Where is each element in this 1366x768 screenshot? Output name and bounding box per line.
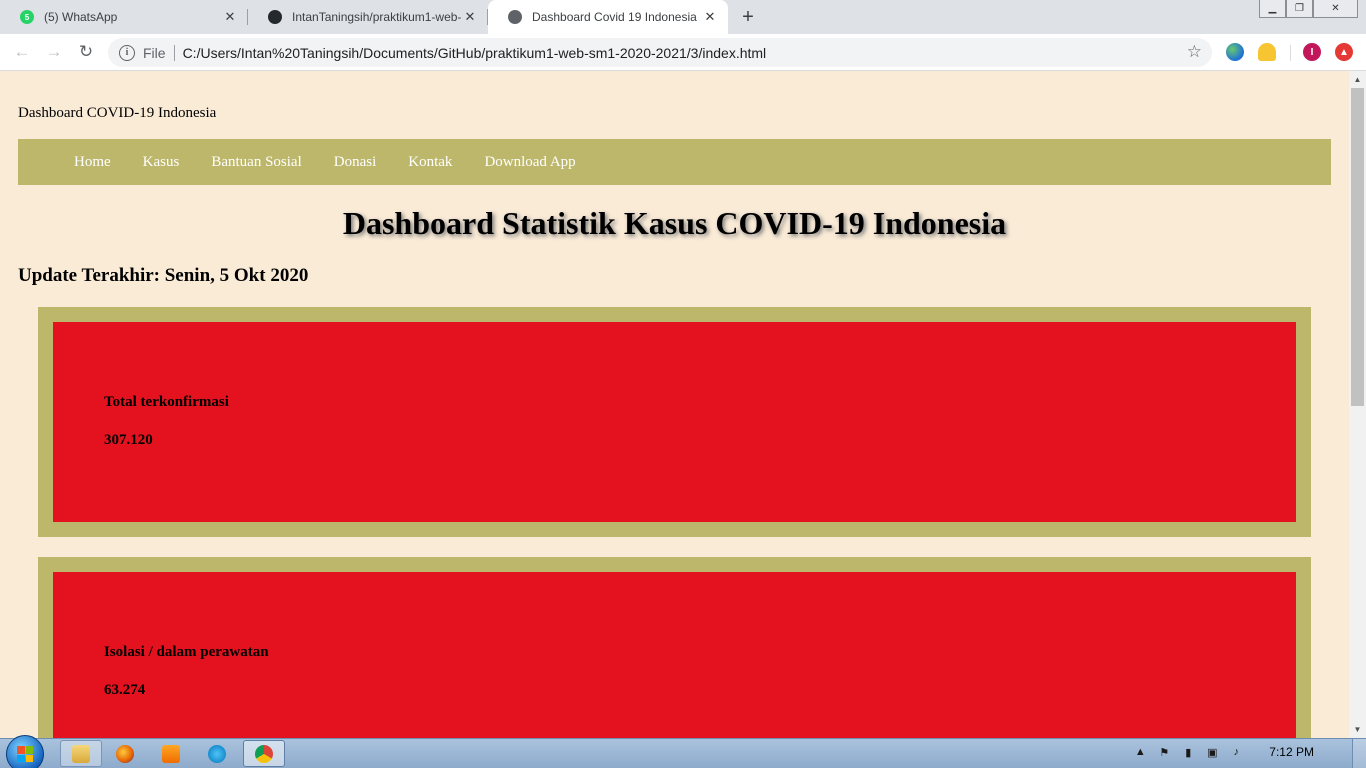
stat-value: 63.274 [104, 682, 146, 698]
start-button[interactable] [6, 735, 44, 768]
scroll-down-arrow-icon[interactable]: ▼ [1349, 721, 1366, 738]
nav-link-bantuan-sosial[interactable]: Bantuan Sosial [211, 154, 301, 171]
scroll-up-arrow-icon[interactable]: ▲ [1349, 71, 1366, 88]
nav-link-kontak[interactable]: Kontak [408, 154, 452, 171]
minimize-button[interactable]: ▁ [1259, 0, 1286, 18]
windows-logo-icon [17, 746, 33, 762]
network-icon[interactable]: ▣ [1205, 745, 1219, 759]
stat-card-confirmed: Total terkonfirmasi 307.120 [38, 307, 1311, 537]
action-center-flag-icon[interactable]: ⚑ [1157, 745, 1171, 759]
tab-whatsapp[interactable]: 5 (5) WhatsApp ✕ [0, 0, 248, 34]
forward-button[interactable]: → [40, 38, 68, 66]
nav-link-donasi[interactable]: Donasi [334, 154, 377, 171]
close-window-button[interactable]: ✕ [1313, 0, 1358, 18]
restore-button[interactable]: ❐ [1286, 0, 1313, 18]
extension-ghost-icon[interactable] [1258, 43, 1276, 61]
tab-title: Dashboard Covid 19 Indonesia [532, 10, 697, 24]
stat-card-body: Total terkonfirmasi 307.120 [53, 322, 1296, 522]
whatsapp-icon: 5 [20, 10, 34, 24]
chrome-icon [255, 744, 273, 763]
close-tab-icon[interactable]: ✕ [222, 9, 238, 25]
page-title: Dashboard Statistik Kasus COVID-19 Indon… [342, 205, 1007, 241]
taskbar-firefox[interactable] [104, 740, 146, 767]
back-button[interactable]: ← [8, 38, 36, 66]
volume-icon[interactable]: ♪ [1229, 745, 1243, 759]
tab-dashboard[interactable]: Dashboard Covid 19 Indonesia ✕ [488, 0, 728, 34]
firefox-icon [116, 744, 134, 763]
chrome-update-icon[interactable]: ▲ [1335, 43, 1353, 61]
scheme-label: File [143, 44, 166, 61]
tab-title: (5) WhatsApp [44, 10, 118, 24]
stat-label: Isolasi / dalam perawatan [104, 644, 269, 660]
show-hidden-icons-icon[interactable]: ▲ [1133, 745, 1147, 759]
profile-avatar[interactable]: I [1303, 43, 1321, 61]
windows-taskbar: ▲ ⚑ ▮ ▣ ♪ 7:12 PM [0, 735, 1366, 768]
reload-button[interactable]: ↻ [72, 38, 100, 66]
close-tab-icon[interactable]: ✕ [702, 9, 718, 25]
explorer-icon [72, 744, 90, 763]
scrollbar-thumb[interactable] [1351, 88, 1364, 406]
url-text[interactable]: C:/Users/Intan%20Taningsih/Documents/Git… [183, 45, 767, 61]
nav-link-download-app[interactable]: Download App [484, 154, 575, 171]
extension-globe-icon[interactable] [1226, 43, 1244, 61]
page-viewport: Dashboard COVID-19 Indonesia Home Kasus … [0, 71, 1349, 738]
browser-tab-strip: 5 (5) WhatsApp ✕ IntanTaningsih/praktiku… [0, 0, 1366, 34]
stat-card-body: Isolasi / dalam perawatan 63.274 [53, 572, 1296, 738]
close-tab-icon[interactable]: ✕ [462, 9, 478, 25]
taskbar-internet-explorer[interactable] [196, 740, 238, 767]
vertical-scrollbar[interactable]: ▲ ▼ [1349, 71, 1366, 738]
nav-link-kasus[interactable]: Kasus [143, 154, 180, 171]
taskbar-chrome[interactable] [243, 740, 285, 767]
system-tray: ▲ ⚑ ▮ ▣ ♪ 7:12 PM [1123, 745, 1314, 759]
media-player-icon [162, 744, 180, 763]
ie-icon [208, 744, 226, 763]
taskbar-explorer[interactable] [60, 740, 102, 767]
new-tab-button[interactable]: + [737, 6, 759, 28]
taskbar-media-player[interactable] [150, 740, 192, 767]
tab-github[interactable]: IntanTaningsih/praktikum1-web- ✕ [248, 0, 488, 34]
show-desktop-button[interactable] [1352, 739, 1366, 768]
stat-card-isolation: Isolasi / dalam perawatan 63.274 [38, 557, 1311, 738]
info-icon[interactable]: i [119, 44, 135, 61]
address-divider [173, 44, 175, 61]
last-update-text: Update Terakhir: Senin, 5 Okt 2020 [18, 265, 309, 286]
stat-label: Total terkonfirmasi [104, 394, 229, 410]
browser-toolbar: ← → ↻ i File C:/Users/Intan%20Taningsih/… [0, 34, 1366, 71]
window-controls: ▁ ❐ ✕ [1259, 0, 1358, 18]
github-icon [268, 10, 282, 24]
taskbar-clock[interactable]: 7:12 PM [1269, 745, 1314, 759]
site-brand: Dashboard COVID-19 Indonesia [18, 105, 217, 121]
address-bar[interactable]: i File C:/Users/Intan%20Taningsih/Docume… [108, 38, 1212, 67]
tab-title: IntanTaningsih/praktikum1-web- [292, 10, 462, 24]
site-navigation: Home Kasus Bantuan Sosial Donasi Kontak … [18, 139, 1331, 185]
bookmark-star-icon[interactable]: ☆ [1187, 42, 1202, 62]
globe-icon [508, 10, 522, 24]
nav-link-home[interactable]: Home [74, 154, 111, 171]
toolbar-divider [1290, 45, 1291, 61]
usb-device-icon[interactable]: ▮ [1181, 745, 1195, 759]
stat-value: 307.120 [104, 432, 153, 448]
